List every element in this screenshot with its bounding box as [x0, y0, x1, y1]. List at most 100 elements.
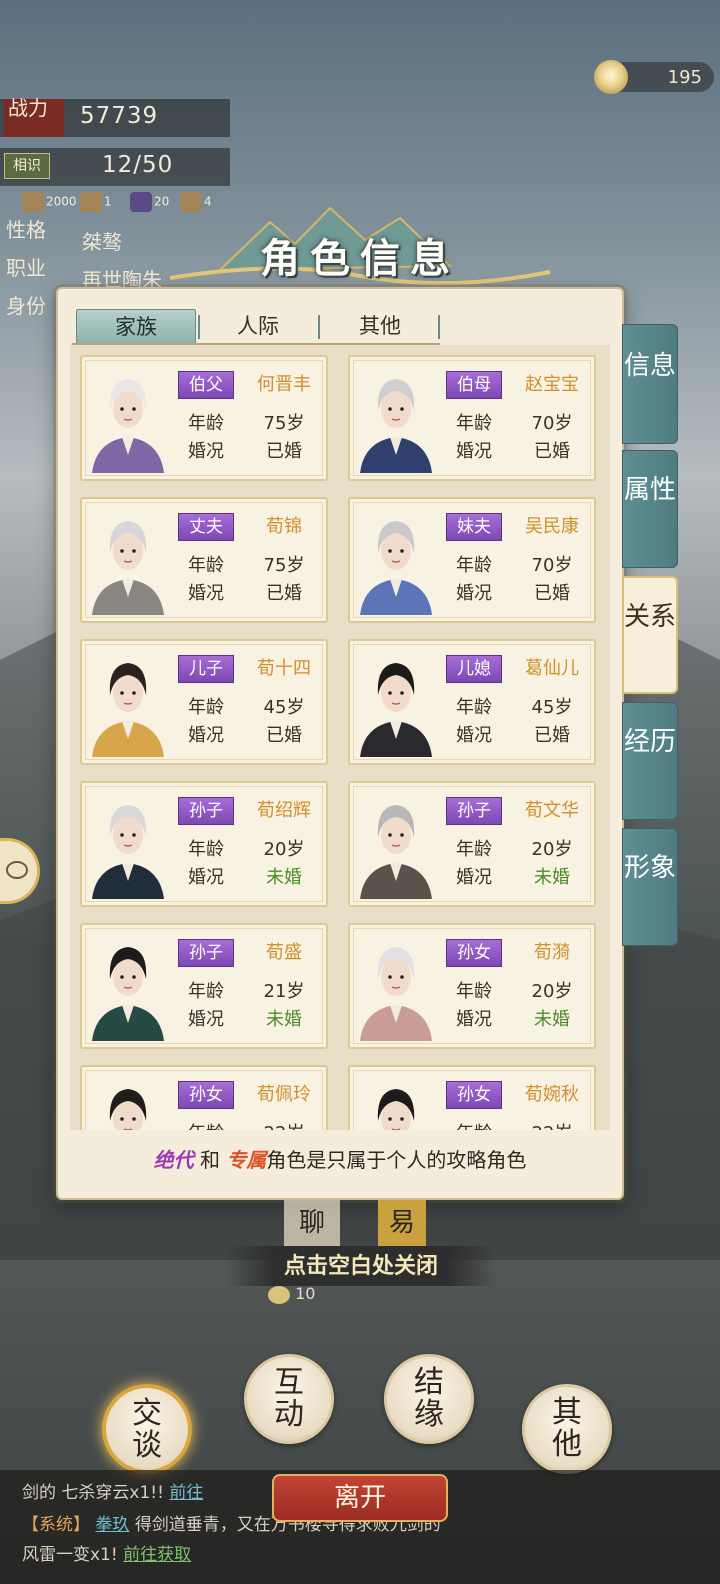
- goto-link[interactable]: 前往: [169, 1483, 203, 1503]
- footnote-tag-exclusive: 专属: [226, 1148, 267, 1172]
- system-tag: 【系统】: [22, 1515, 90, 1535]
- small-coin-count: 10: [268, 1284, 348, 1306]
- other-actions-button[interactable]: 其他: [522, 1384, 612, 1474]
- trait-label: 身份: [6, 294, 46, 318]
- relation-badge: 孙女: [446, 1081, 502, 1109]
- age-label: 年龄: [456, 839, 492, 860]
- character-portrait: [360, 379, 432, 473]
- character-portrait: [92, 947, 164, 1041]
- member-name: 荀锦: [266, 516, 302, 537]
- family-member-card[interactable]: 妹夫 吴民康 年龄 70岁 婚况 已婚: [348, 497, 596, 623]
- side-tab-appearance[interactable]: 形象: [622, 828, 678, 946]
- acquaintance-value: 12/50: [102, 152, 174, 178]
- age-value: 45岁: [263, 697, 305, 718]
- age-label: 年龄: [456, 555, 492, 576]
- side-tab-info[interactable]: 信息: [622, 324, 678, 444]
- family-member-card[interactable]: 丈夫 荀锦 年龄 75岁 婚况 已婚: [80, 497, 328, 623]
- family-member-card[interactable]: 儿子 荀十四 年龄 45岁 婚况 已婚: [80, 639, 328, 765]
- age-label: 年龄: [188, 839, 224, 860]
- member-name: 赵宝宝: [525, 374, 579, 395]
- scroll-icon: [80, 192, 102, 212]
- side-tab-char: 经历: [623, 727, 676, 757]
- trait-value: 桀骜: [82, 230, 122, 254]
- character-portrait: [377, 1089, 415, 1130]
- marital-value: 未婚: [266, 1009, 302, 1030]
- tea-cup-icon: [268, 1285, 290, 1304]
- relation-badge: 儿媳: [446, 655, 502, 683]
- marital-value: 已婚: [534, 583, 570, 604]
- tab-other[interactable]: 其他: [320, 309, 440, 343]
- footnote-tag-peerless: 绝代: [153, 1148, 194, 1172]
- member-name: 荀绍辉: [257, 800, 311, 821]
- side-tab-relations[interactable]: 关系: [622, 576, 678, 694]
- age-value: 75岁: [263, 413, 305, 434]
- relation-badge: 孙女: [446, 939, 502, 967]
- trait-label: 性格: [6, 218, 46, 242]
- family-member-card[interactable]: 孙子 荀盛 年龄 21岁 婚况 未婚: [80, 923, 328, 1049]
- member-name: 荀漪: [534, 942, 570, 963]
- relation-badge: 孙子: [178, 797, 234, 825]
- relation-badge: 孙子: [178, 939, 234, 967]
- player-link[interactable]: 拳玖: [95, 1515, 129, 1535]
- character-portrait: [92, 521, 164, 615]
- resource-item: 1: [80, 192, 112, 214]
- chat-tag[interactable]: 聊: [284, 1200, 340, 1246]
- age-value: 20岁: [531, 839, 573, 860]
- marital-label: 婚况: [188, 725, 224, 746]
- close-hint[interactable]: 点击空白处关闭: [226, 1246, 496, 1286]
- family-member-card[interactable]: 孙子 荀文华 年龄 20岁 婚况 未婚: [348, 781, 596, 907]
- marital-value: 未婚: [534, 1009, 570, 1030]
- interact-button[interactable]: 互动: [244, 1354, 334, 1444]
- character-portrait: [360, 805, 432, 899]
- side-tab-char: 信息: [623, 351, 676, 381]
- family-member-card[interactable]: 孙女荀佩玲年龄22岁婚况: [80, 1065, 328, 1130]
- marital-label: 婚况: [188, 867, 224, 888]
- side-tab-history[interactable]: 经历: [622, 702, 678, 820]
- panel-title: 角色信息: [260, 235, 460, 282]
- combat-power-label: 战力: [4, 98, 64, 137]
- member-name: 吴民康: [525, 516, 579, 537]
- talk-button[interactable]: 交谈: [102, 1384, 192, 1474]
- footnote: 绝代 和 专属角色是只属于个人的攻略角色: [70, 1144, 610, 1173]
- gem-icon: [130, 192, 152, 212]
- age-label: 年龄: [456, 413, 492, 434]
- tea-cup-icon: [594, 60, 628, 94]
- family-member-card[interactable]: 伯父 何晋丰 年龄 75岁 婚况 已婚: [80, 355, 328, 481]
- acquaintance-row: 相识 12/50: [0, 148, 230, 186]
- goto-get-link[interactable]: 前往获取: [123, 1545, 191, 1565]
- trade-tag[interactable]: 易: [378, 1200, 426, 1246]
- marital-label: 婚况: [456, 725, 492, 746]
- bond-button[interactable]: 结缘: [384, 1354, 474, 1444]
- age-value: 70岁: [531, 413, 573, 434]
- side-tab-attributes[interactable]: 属性: [622, 450, 678, 568]
- age-value: 70岁: [531, 555, 573, 576]
- age-label: 年龄: [456, 697, 492, 718]
- family-member-card[interactable]: 孙女荀婉秋年龄22岁婚况: [348, 1065, 596, 1130]
- character-portrait: [92, 805, 164, 899]
- age-label: 年龄: [456, 981, 492, 1002]
- family-member-card[interactable]: 孙女 荀漪年龄 20岁婚况 未婚: [348, 923, 596, 1049]
- marital-label: 婚况: [456, 583, 492, 604]
- relation-badge: 伯父: [178, 371, 234, 399]
- age-value: 20岁: [531, 981, 573, 1002]
- marital-label: 婚况: [456, 1009, 492, 1030]
- relation-badge: 儿子: [178, 655, 234, 683]
- family-member-card[interactable]: 儿媳 葛仙儿 年龄 45岁 婚况 已婚: [348, 639, 596, 765]
- acquaintance-label: 相识: [4, 153, 50, 179]
- tab-family[interactable]: 家族: [76, 309, 196, 343]
- combat-power-row: 战力 57739: [0, 98, 230, 137]
- family-member-card[interactable]: 伯母 赵宝宝 年龄 70岁 婚况 已婚: [348, 355, 596, 481]
- marital-label: 婚况: [456, 867, 492, 888]
- age-label: 年龄: [188, 413, 224, 434]
- family-member-card[interactable]: 孙子 荀绍辉 年龄 20岁 婚况 未婚: [80, 781, 328, 907]
- character-portrait: [360, 663, 432, 757]
- member-name: 荀佩玲: [257, 1084, 311, 1105]
- marital-value: 已婚: [266, 441, 302, 462]
- marital-label: 婚况: [456, 441, 492, 462]
- marital-value: 未婚: [266, 867, 302, 888]
- leave-button[interactable]: 离开: [272, 1474, 448, 1522]
- tab-social[interactable]: 人际: [198, 309, 318, 343]
- footnote-and: 和: [200, 1148, 220, 1172]
- member-name: 荀十四: [257, 658, 311, 679]
- coin-counter: 195: [594, 60, 714, 94]
